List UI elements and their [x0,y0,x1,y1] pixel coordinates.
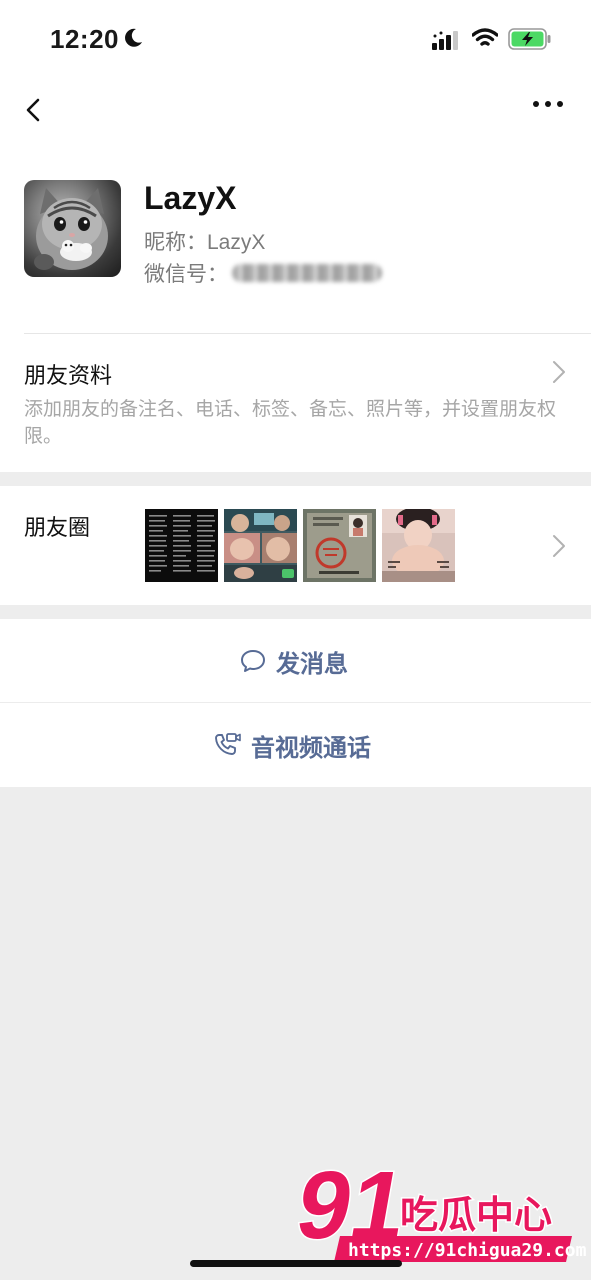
voice-video-call-button[interactable]: 音视频通话 [0,703,591,787]
moments-thumbnail-2 [224,509,297,582]
home-indicator [190,1260,402,1267]
friend-info-description: 添加朋友的备注名、电话、标签、备忘、照片等，并设置朋友权限。 [24,399,557,447]
nav-bar [0,80,591,140]
moments-thumbnail-3 [303,509,376,582]
avatar[interactable] [24,180,121,277]
send-message-button[interactable]: 发消息 [0,619,591,703]
watermark-url: https://91chigua29.com [348,1240,587,1261]
status-time: 12:20 [50,24,119,54]
phone-video-icon [215,733,241,755]
signal-icon [432,31,458,50]
back-icon[interactable] [20,90,50,130]
wechat-id-label: 微信号： [144,263,228,286]
voice-video-call-label: 音视频通话 [251,734,371,762]
moon-icon [125,28,142,47]
profile-name: LazyX [144,180,237,216]
battery-charging-icon [508,28,551,50]
moments-title: 朋友圈 [24,515,91,540]
moments-thumbnail-4 [382,509,455,582]
profile-wechat-id: 微信号： [144,258,382,288]
send-message-label: 发消息 [276,650,348,678]
wechat-id-obscured-value [232,264,382,282]
chevron-right-icon [553,535,565,557]
moments-thumbnail-1 [145,509,218,582]
friend-info-row[interactable]: 朋友资料 添加朋友的备注名、电话、标签、备忘、照片等，并设置朋友权限。 [0,334,591,472]
wifi-icon [472,28,498,46]
status-bar: 12:20 [0,0,591,80]
watermark-logo: 91 吃瓜中心 https://91chigua29.com [290,1150,587,1262]
watermark-brand-text: 吃瓜中心 [400,1193,552,1237]
moments-row[interactable]: 朋友圈 [0,486,591,605]
cat-avatar-image [34,188,108,270]
chat-bubble-icon [241,650,265,672]
profile-nickname: 昵称：LazyX [144,231,266,254]
profile-card: LazyX 昵称：LazyX 微信号： 朋友资料 添加朋友的备注名、电话、标签、… [0,140,591,472]
more-icon[interactable] [530,94,566,114]
chevron-right-icon [553,361,565,383]
friend-info-title: 朋友资料 [24,363,113,388]
